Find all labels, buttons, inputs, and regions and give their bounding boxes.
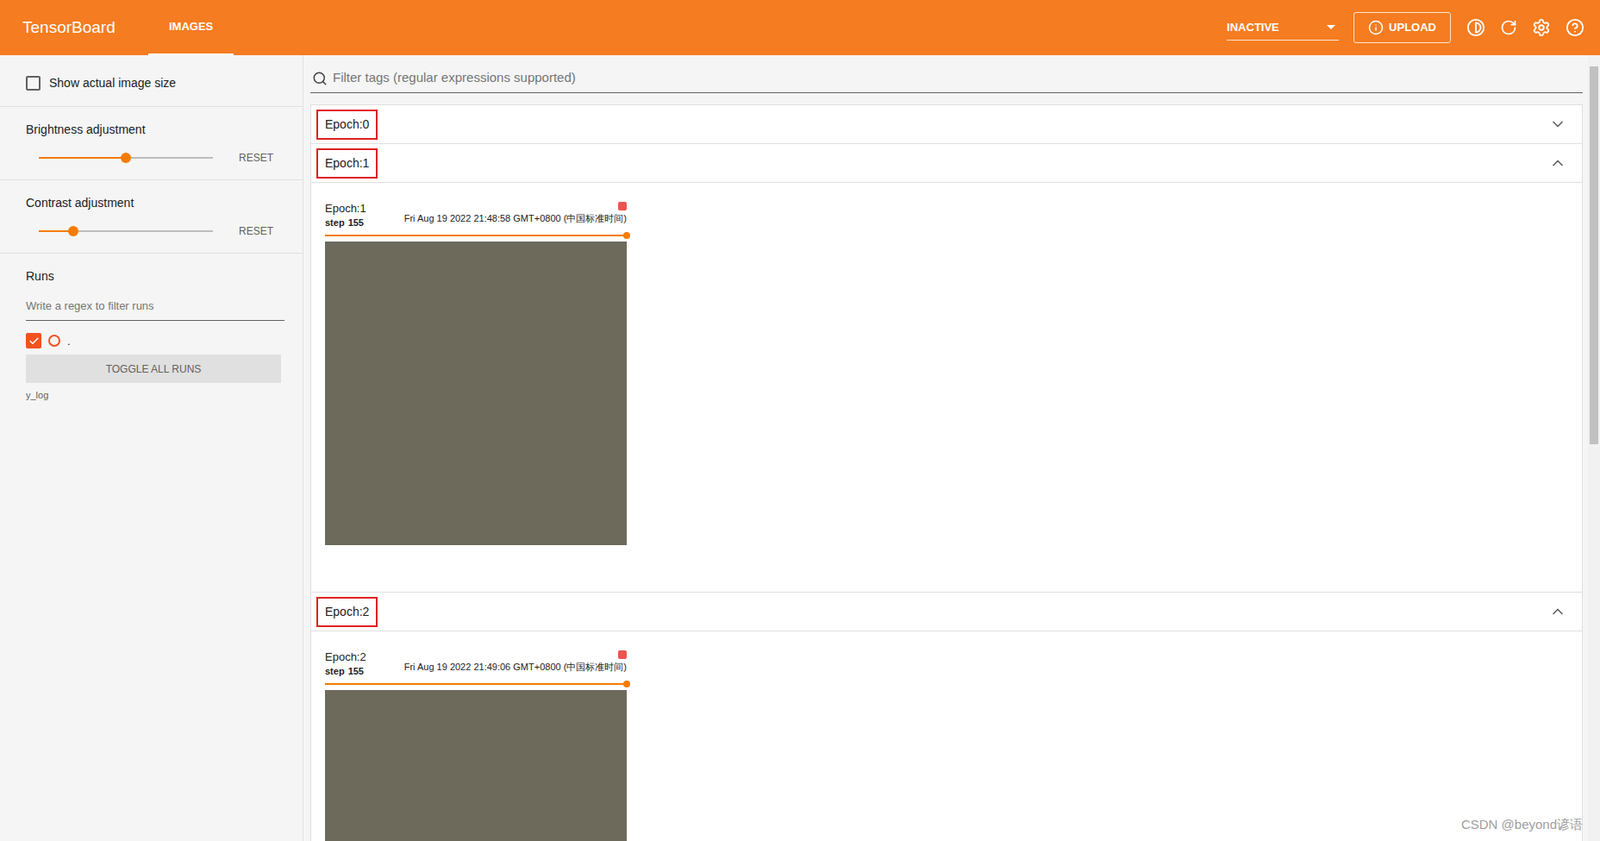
image-grid	[325, 241, 627, 545]
settings-icon[interactable]	[1531, 18, 1551, 38]
runs-filter-input[interactable]: Write a regex to filter runs	[25, 297, 285, 321]
step-slider[interactable]	[325, 679, 627, 688]
adjustment-slider[interactable]	[38, 225, 213, 238]
top-bar: TensorBoardIMAGES INACTIVE UPLOAD	[0, 0, 1600, 56]
step-value: 155	[348, 663, 364, 678]
reset-button[interactable]: RESET	[235, 150, 277, 166]
tag-group: Epoch:0	[310, 104, 1583, 144]
run-color-icon[interactable]	[48, 334, 61, 347]
upload-button[interactable]: UPLOAD	[1353, 12, 1451, 44]
refresh-icon[interactable]	[1500, 18, 1518, 37]
card-title: Epoch:2	[325, 650, 367, 664]
image-card: Epoch:1step155 Fri Aug 19 2022 21:48:58 G…	[325, 201, 627, 545]
step-value: 155	[348, 215, 364, 230]
collapse-icon[interactable]	[1549, 602, 1567, 620]
group-content: Epoch:2step155 Fri Aug 19 2022 21:49:06 G…	[311, 630, 1582, 841]
group-label: Epoch:1	[316, 148, 378, 179]
group-header[interactable]: Epoch:1	[311, 143, 1582, 182]
adjustment-slider[interactable]	[38, 151, 213, 164]
main-panel: Filter tags (regular expressions support…	[303, 55, 1588, 841]
app: TensorBoardIMAGES INACTIVE UPLOAD Show actu…	[0, 0, 1600, 841]
info-icon	[1368, 19, 1384, 36]
card-time: Fri Aug 19 2022 21:48:58 GMT+0800 (中国标准时…	[404, 212, 627, 225]
sidebar: Show actual image size Brightness adjustm…	[0, 55, 304, 841]
image-grid	[325, 689, 627, 841]
adjustment-section: Brightness adjustment RESET	[0, 106, 303, 181]
tag-group: Epoch:2Epoch:2step155Fri Aug 19 2022 21:…	[310, 591, 1583, 841]
group-content: Epoch:1step155 Fri Aug 19 2022 21:48:58 G…	[311, 181, 1582, 592]
nav-tab[interactable]: IMAGES	[148, 0, 234, 56]
slider-thumb[interactable]	[68, 225, 79, 237]
slider-thumb[interactable]	[120, 152, 132, 163]
image-card: Epoch:2step155 Fri Aug 19 2022 21:49:06 G…	[325, 650, 627, 841]
group-label: Epoch:2	[316, 596, 378, 627]
reset-button[interactable]: RESET	[235, 223, 277, 239]
stale-icon	[618, 650, 627, 659]
card-title: Epoch:1	[325, 201, 367, 216]
adjustment-label: Brightness adjustment	[25, 120, 277, 138]
log-dir: y_log	[25, 387, 277, 403]
group-header[interactable]: Epoch:0	[311, 105, 1582, 144]
adjustment-section: Contrast adjustment RESET	[0, 180, 303, 254]
run-row[interactable]: .	[25, 332, 277, 350]
tag-filter[interactable]: Filter tags (regular expressions support…	[310, 63, 1583, 94]
theme-icon[interactable]	[1466, 18, 1486, 38]
card-time: Fri Aug 19 2022 21:49:06 GMT+0800 (中国标准时…	[404, 660, 627, 673]
app-title: TensorBoard	[22, 15, 149, 41]
checkbox-label: Show actual image size	[49, 74, 176, 93]
collapse-icon[interactable]	[1549, 154, 1567, 172]
watermark: CSDN @beyond谚语	[1461, 814, 1583, 835]
check-icon	[28, 335, 40, 347]
scrollbar-thumb[interactable]	[1589, 66, 1599, 444]
step-label: step	[325, 663, 345, 678]
stale-icon	[618, 201, 627, 211]
run-status-select[interactable]: INACTIVE	[1226, 14, 1339, 41]
step-label: step	[325, 215, 345, 230]
step-slider[interactable]	[325, 231, 627, 240]
tag-group: Epoch:1Epoch:1step155Fri Aug 19 2022 21:…	[310, 143, 1583, 593]
search-icon	[312, 70, 328, 87]
run-checkbox[interactable]	[25, 332, 42, 349]
runs-title: Runs	[25, 267, 277, 286]
adjustment-label: Contrast adjustment	[25, 193, 277, 212]
run-label: .	[67, 332, 71, 350]
actual-size-checkbox[interactable]	[25, 75, 41, 91]
group-header[interactable]: Epoch:2	[311, 592, 1582, 631]
group-label: Epoch:0	[316, 109, 378, 140]
toggle-runs-button[interactable]: TOGGLE ALL RUNS	[25, 354, 282, 383]
help-icon[interactable]	[1565, 18, 1585, 38]
runs-section: Runs Write a regex to filter runs. TOGGLE …	[0, 253, 303, 403]
scrollbar[interactable]	[1587, 55, 1600, 841]
dropdown-caret-icon	[1326, 25, 1336, 31]
expand-icon[interactable]	[1549, 115, 1567, 133]
